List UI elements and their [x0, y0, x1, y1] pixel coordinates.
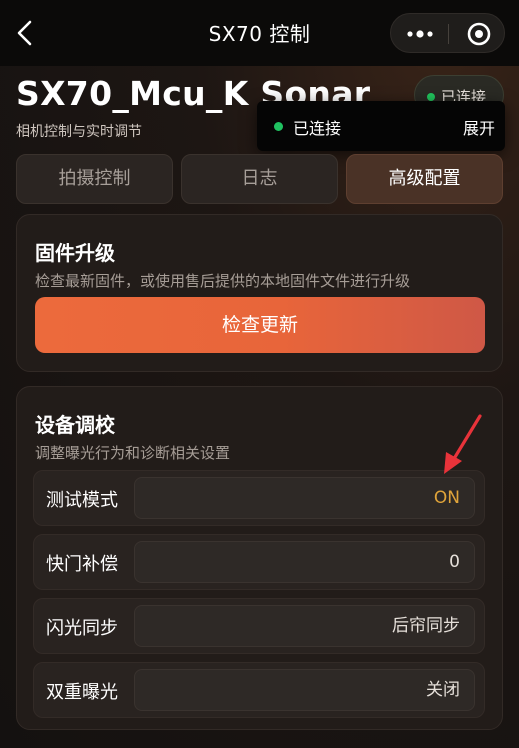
setting-label: 双重曝光	[46, 682, 118, 703]
setting-row-test-mode: 测试模式 ON	[33, 470, 485, 526]
test-mode-value[interactable]: ON	[134, 477, 475, 519]
setting-row-shutter-compensation: 快门补偿 0	[33, 534, 485, 590]
annotation-arrow-icon	[444, 414, 482, 474]
status-dot-icon	[274, 122, 283, 131]
firmware-title: 固件升级	[35, 241, 115, 265]
tab-shooting-control[interactable]: 拍摄控制	[16, 154, 173, 204]
double-exposure-value[interactable]: 关闭	[134, 669, 475, 711]
page: SX70 控制 SX70_Mcu_K Sonar 相机控制与实时调节 已连接 已…	[0, 0, 519, 748]
toast-expand-button[interactable]: 展开	[463, 115, 495, 139]
setting-label: 快门补偿	[46, 554, 118, 575]
firmware-card: 固件升级 检查最新固件，或使用售后提供的本地固件文件进行升级 检查更新	[16, 214, 503, 372]
device-subtitle: 相机控制与实时调节	[16, 124, 142, 140]
setting-row-double-exposure: 双重曝光 关闭	[33, 662, 485, 718]
tab-log[interactable]: 日志	[181, 154, 338, 204]
setting-row-flash-sync: 闪光同步 后帘同步	[33, 598, 485, 654]
setting-label: 闪光同步	[46, 618, 118, 639]
setting-label: 测试模式	[46, 490, 118, 511]
calibration-card: 设备调校 调整曝光行为和诊断相关设置 测试模式 ON 快门补偿 0 闪光同步 后…	[16, 386, 503, 730]
check-update-button[interactable]: 检查更新	[35, 297, 485, 353]
calibration-title: 设备调校	[35, 413, 115, 437]
firmware-description: 检查最新固件，或使用售后提供的本地固件文件进行升级	[35, 272, 411, 290]
capsule-divider	[448, 24, 449, 44]
miniprogram-capsule	[390, 13, 505, 53]
shutter-compensation-value[interactable]: 0	[134, 541, 475, 583]
connection-toast: 已连接 展开	[257, 101, 505, 151]
status-dot-icon	[427, 93, 435, 101]
more-dots-icon[interactable]	[405, 26, 435, 42]
navigation-bar: SX70 控制	[0, 0, 519, 66]
tab-advanced-config[interactable]: 高级配置	[346, 154, 503, 204]
flash-sync-value[interactable]: 后帘同步	[134, 605, 475, 647]
calibration-description: 调整曝光行为和诊断相关设置	[35, 444, 231, 462]
target-circle-icon[interactable]	[467, 22, 491, 46]
toast-status-text: 已连接	[293, 119, 342, 138]
